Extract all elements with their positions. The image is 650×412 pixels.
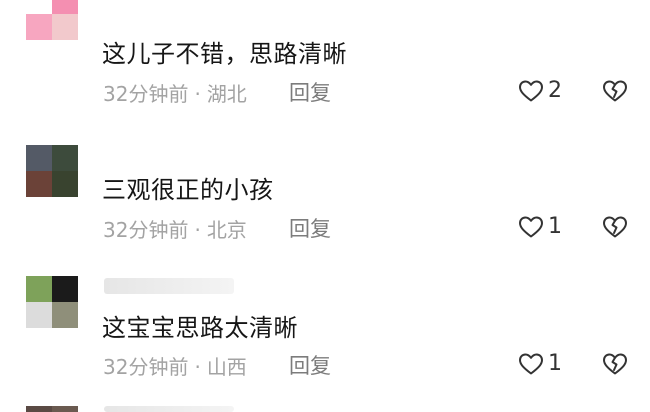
avatar-tile bbox=[26, 406, 52, 412]
avatar-tile bbox=[26, 171, 52, 197]
avatar-tile bbox=[26, 276, 52, 302]
avatar[interactable] bbox=[26, 406, 78, 412]
comment-meta: 32分钟前 · 湖北 bbox=[103, 78, 247, 107]
avatar[interactable] bbox=[26, 0, 78, 40]
comment-meta: 32分钟前 · 北京 bbox=[103, 214, 247, 243]
like-button[interactable]: 2 bbox=[518, 78, 562, 103]
avatar-tile bbox=[26, 0, 52, 14]
avatar[interactable] bbox=[26, 276, 78, 328]
heart-outline-icon bbox=[519, 216, 543, 237]
avatar-tile bbox=[26, 145, 52, 171]
comment-location: 湖北 bbox=[206, 82, 247, 106]
avatar-tile bbox=[52, 171, 78, 197]
meta-separator: · bbox=[194, 218, 201, 242]
heart-outline-icon bbox=[519, 80, 543, 101]
like-count: 1 bbox=[548, 214, 562, 239]
like-count: 2 bbox=[548, 78, 562, 103]
avatar-tile bbox=[52, 145, 78, 171]
username-blurred[interactable] bbox=[104, 406, 234, 412]
like-button[interactable]: 1 bbox=[518, 214, 562, 239]
comment-location: 北京 bbox=[206, 218, 247, 242]
comment-time: 32分钟前 bbox=[103, 82, 189, 106]
comment-location: 山西 bbox=[206, 355, 247, 379]
like-count: 1 bbox=[548, 351, 562, 376]
like-button[interactable]: 1 bbox=[518, 351, 562, 376]
avatar-tile bbox=[52, 406, 78, 412]
username-blurred[interactable] bbox=[104, 278, 234, 294]
avatar[interactable] bbox=[26, 145, 78, 197]
comment-item: 这儿子不错，思路清晰 32分钟前 · 湖北 回复 2 bbox=[0, 0, 650, 130]
broken-heart-icon[interactable] bbox=[602, 215, 628, 239]
comment-item: 这宝宝思路太清晰 32分钟前 · 山西 回复 1 bbox=[0, 266, 650, 396]
avatar-tile bbox=[52, 14, 78, 40]
comment-text: 这儿子不错，思路清晰 bbox=[102, 40, 347, 68]
comment-time: 32分钟前 bbox=[103, 355, 189, 379]
comment-item: 三观很正的小孩 32分钟前 · 北京 回复 1 bbox=[0, 130, 650, 266]
comment-meta: 32分钟前 · 山西 bbox=[103, 351, 247, 380]
comment-text: 这宝宝思路太清晰 bbox=[102, 314, 298, 342]
comment-text: 三观很正的小孩 bbox=[102, 176, 274, 204]
avatar-tile bbox=[26, 14, 52, 40]
reply-button[interactable]: 回复 bbox=[289, 213, 331, 243]
reply-button[interactable]: 回复 bbox=[289, 350, 331, 380]
heart-outline-icon bbox=[519, 353, 543, 374]
broken-heart-icon[interactable] bbox=[602, 79, 628, 103]
comment-time: 32分钟前 bbox=[103, 218, 189, 242]
avatar-tile bbox=[26, 302, 52, 328]
broken-heart-icon[interactable] bbox=[602, 352, 628, 376]
reply-button[interactable]: 回复 bbox=[289, 77, 331, 107]
avatar-tile bbox=[52, 302, 78, 328]
avatar-tile bbox=[52, 0, 78, 14]
meta-separator: · bbox=[194, 355, 201, 379]
meta-separator: · bbox=[194, 82, 201, 106]
avatar-tile bbox=[52, 276, 78, 302]
